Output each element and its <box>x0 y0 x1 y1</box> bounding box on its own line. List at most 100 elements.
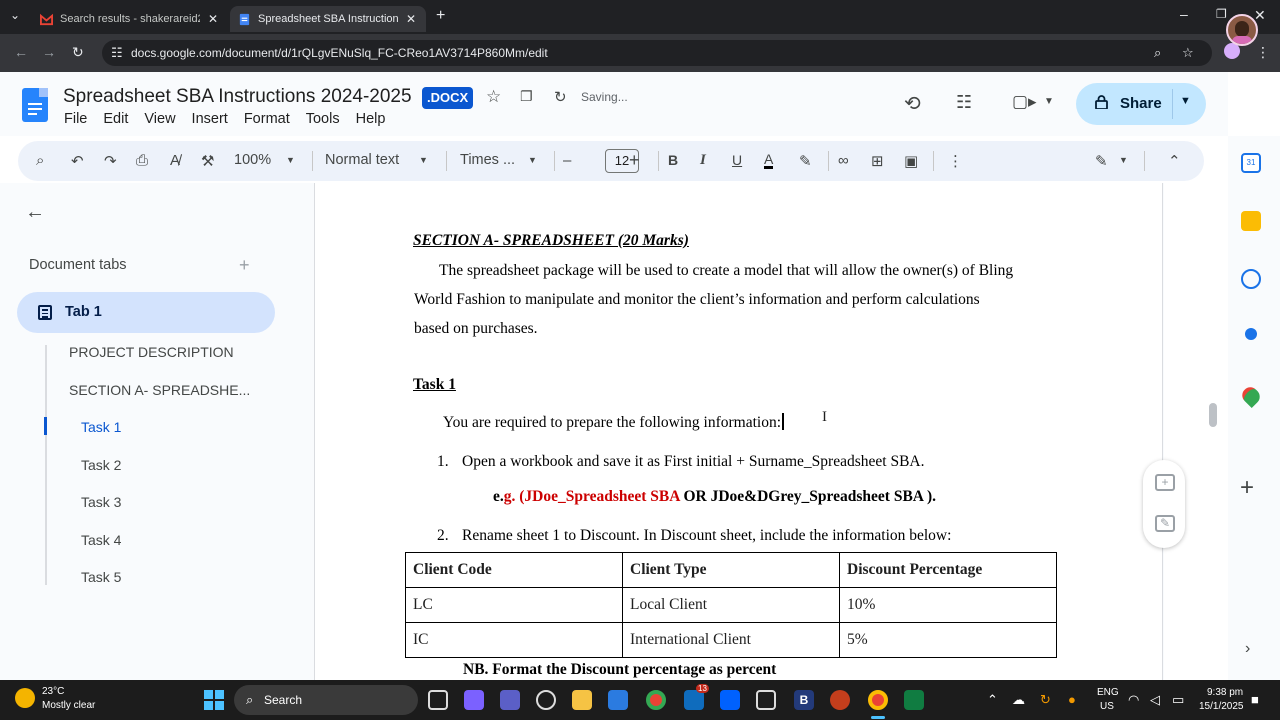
share-dropdown-icon[interactable]: ▼ <box>1180 95 1191 107</box>
bold-icon[interactable]: B <box>668 152 678 168</box>
menu-file[interactable]: File <box>64 111 87 127</box>
weather-temperature[interactable]: 23°C <box>42 686 64 697</box>
clock-time[interactable]: 9:38 pm <box>1207 687 1243 698</box>
font-dropdown-icon[interactable]: ▼ <box>528 155 537 165</box>
weather-description[interactable]: Mostly clear <box>42 700 95 711</box>
volume-icon[interactable]: ◁ <box>1150 692 1160 708</box>
get-addons-icon[interactable]: + <box>1240 474 1254 502</box>
intro-line-3[interactable]: based on purchases. <box>414 320 538 338</box>
forward-icon[interactable]: → <box>42 44 56 60</box>
add-comment-icon[interactable]: ⊞ <box>871 152 884 170</box>
menu-tools[interactable]: Tools <box>306 111 340 127</box>
new-tab-button[interactable]: + <box>436 7 445 25</box>
insert-link-icon[interactable]: ∞ <box>838 152 849 169</box>
browser-tab-gmail[interactable]: Search results - shakerareid20 ✕ <box>32 6 228 32</box>
editing-mode-icon[interactable]: ✎ <box>1095 152 1108 170</box>
header-client-code[interactable]: Client Code <box>405 552 623 588</box>
taskbar-search[interactable]: ⌕ Search <box>234 685 418 715</box>
zoom-dropdown-icon[interactable]: ▼ <box>286 155 295 165</box>
outline-item-task-3[interactable]: Task 3 <box>81 494 121 510</box>
microphone-icon[interactable]: ● <box>1068 692 1076 707</box>
highlight-color-icon[interactable]: ✎ <box>799 152 812 170</box>
app-icon[interactable] <box>536 690 556 710</box>
zoom-icon[interactable]: ⌕ <box>1154 45 1161 61</box>
suggest-edits-icon[interactable]: ✎ <box>1155 515 1175 532</box>
chrome-icon[interactable] <box>646 690 666 710</box>
outline-item-task-4[interactable]: Task 4 <box>81 532 121 548</box>
header-client-type[interactable]: Client Type <box>622 552 840 588</box>
decrease-font-size-button[interactable]: – <box>563 152 571 169</box>
browser-menu-icon[interactable]: ⋮ <box>1256 44 1270 61</box>
expand-panel-icon[interactable]: › <box>1245 640 1250 658</box>
share-button[interactable]: Share ▼ <box>1076 83 1206 125</box>
copilot-icon[interactable] <box>464 690 484 710</box>
font-select[interactable]: Times ... <box>460 152 515 168</box>
redo-icon[interactable]: ↷ <box>104 152 117 170</box>
dropbox-icon[interactable] <box>720 690 740 710</box>
insert-image-icon[interactable]: ▣ <box>904 152 918 170</box>
document-title[interactable]: Spreadsheet SBA Instructions 2024-2025 <box>63 86 412 108</box>
more-options-icon[interactable]: ⋮ <box>948 152 963 170</box>
intro-line-2[interactable]: World Fashion to manipulate and monitor … <box>414 291 980 309</box>
close-tab-icon[interactable]: ✕ <box>406 12 416 26</box>
back-arrow-icon[interactable]: ← <box>25 201 45 224</box>
docs-logo-icon[interactable] <box>22 88 48 122</box>
increase-font-size-button[interactable]: + <box>629 150 640 171</box>
outline-item-task-5[interactable]: Task 5 <box>81 569 121 585</box>
section-heading[interactable]: SECTION A- SPREADSHEET (20 Marks) <box>413 232 689 250</box>
start-button[interactable] <box>204 690 224 710</box>
menu-format[interactable]: Format <box>244 111 290 127</box>
spellcheck-icon[interactable]: A̸ <box>170 152 180 169</box>
wifi-icon[interactable]: ◠ <box>1128 692 1139 708</box>
browser-tab-docs[interactable]: Spreadsheet SBA Instructions 2 ✕ <box>230 6 426 32</box>
task-view-icon[interactable] <box>428 690 448 710</box>
calendar-icon[interactable]: 31 <box>1241 153 1261 173</box>
tasks-icon[interactable] <box>1241 269 1261 289</box>
clock-date[interactable]: 15/1/2025 <box>1199 701 1244 712</box>
version-history-icon[interactable]: ⟲ <box>904 91 921 116</box>
teams-icon[interactable] <box>500 690 520 710</box>
site-info-icon[interactable]: ☷ <box>111 45 123 61</box>
contacts-icon[interactable] <box>1245 328 1257 340</box>
menu-edit[interactable]: Edit <box>103 111 128 127</box>
close-tab-icon[interactable]: ✕ <box>208 12 218 26</box>
zoom-select[interactable]: 100% <box>234 152 271 168</box>
note-text[interactable]: NB. Format the Discount percentage as pe… <box>463 661 776 679</box>
add-comment-icon[interactable]: + <box>1155 474 1175 491</box>
powerpoint-icon[interactable] <box>830 690 850 710</box>
maps-icon[interactable] <box>1238 383 1264 409</box>
url-text[interactable]: docs.google.com/document/d/1rQLgvENuSlq_… <box>131 46 548 60</box>
table-cell[interactable]: 5% <box>839 622 1057 658</box>
notifications-icon[interactable]: ■ <box>1251 692 1259 707</box>
keep-icon[interactable] <box>1241 211 1261 231</box>
move-folder-icon[interactable]: ❐ <box>520 88 533 105</box>
minimize-icon[interactable]: – <box>1180 6 1188 22</box>
outline-item-task-2[interactable]: Task 2 <box>81 457 121 473</box>
tray-app-icon[interactable]: ↻ <box>1040 692 1051 708</box>
hide-menus-icon[interactable]: ⌃ <box>1168 152 1181 170</box>
menu-help[interactable]: Help <box>356 111 386 127</box>
onedrive-icon[interactable]: ☁ <box>1012 692 1025 708</box>
show-hidden-icons[interactable]: ⌃ <box>987 692 998 708</box>
tab-search-icon[interactable]: ⌄ <box>10 8 20 22</box>
meet-icon[interactable]: ▢▸ <box>1012 92 1037 112</box>
sidebar-tab-1[interactable]: Tab 1 <box>17 292 275 333</box>
step-2-text[interactable]: Rename sheet 1 to Discount. In Discount … <box>462 527 951 545</box>
star-icon[interactable]: ☆ <box>486 87 501 107</box>
battery-icon[interactable]: ▭ <box>1172 692 1184 708</box>
style-select[interactable]: Normal text <box>325 152 399 168</box>
task-intro-line[interactable]: You are required to prepare the followin… <box>443 413 784 432</box>
weather-icon[interactable] <box>15 688 35 708</box>
header-discount-percentage[interactable]: Discount Percentage <box>839 552 1057 588</box>
example-line[interactable]: e.g. (JDoe_Spreadsheet SBA OR JDoe&DGrey… <box>493 488 936 506</box>
step-1-text[interactable]: Open a workbook and save it as First ini… <box>462 453 924 471</box>
underline-icon[interactable]: U <box>732 152 742 168</box>
outline-item-project-description[interactable]: PROJECT DESCRIPTION <box>69 344 234 360</box>
app-icon[interactable] <box>756 690 776 710</box>
language-indicator[interactable]: ENG <box>1097 687 1119 698</box>
back-icon[interactable]: ← <box>14 44 28 60</box>
table-cell[interactable]: International Client <box>622 622 840 658</box>
outline-item-task-1[interactable]: Task 1 <box>81 419 121 435</box>
menu-view[interactable]: View <box>144 111 175 127</box>
table-cell[interactable]: 10% <box>839 587 1057 623</box>
